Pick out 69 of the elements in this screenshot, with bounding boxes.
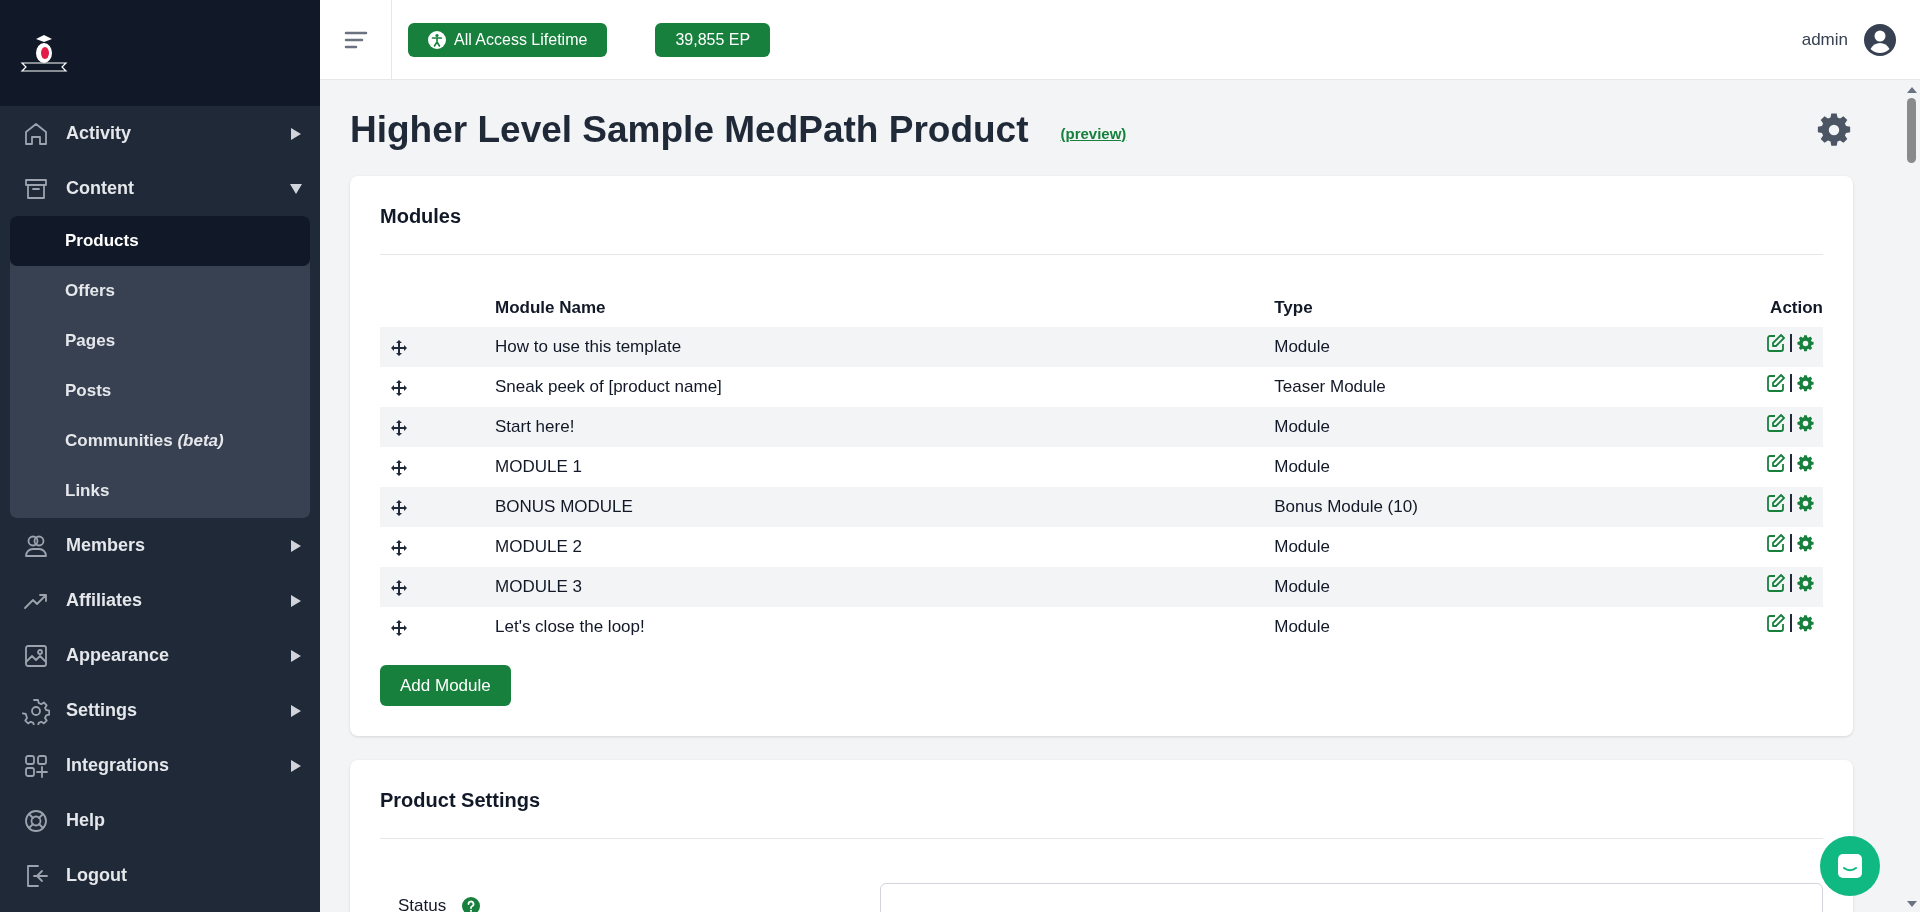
edit-icon[interactable]	[1766, 413, 1786, 434]
add-module-button[interactable]: Add Module	[380, 664, 511, 707]
scrollbar-thumb[interactable]	[1907, 98, 1916, 163]
sidebar-subitem[interactable]: Offers	[10, 266, 310, 316]
drag-handle-icon[interactable]	[390, 458, 408, 477]
drag-handle-icon[interactable]	[390, 418, 408, 437]
table-cell: MODULE 1	[495, 446, 1275, 487]
drag-handle-icon[interactable]	[390, 618, 408, 637]
edit-icon[interactable]	[1766, 533, 1786, 554]
scroll-down-icon[interactable]	[1906, 900, 1917, 908]
sidebar-item[interactable]: Activity	[0, 106, 320, 161]
logo[interactable]	[18, 33, 70, 73]
sidebar-item[interactable]: Appearance	[0, 628, 320, 683]
table-cell: Let's close the loop!	[495, 606, 1275, 647]
table-cell: Module	[1274, 446, 1668, 487]
edit-icon[interactable]	[1766, 373, 1786, 394]
user-avatar-icon[interactable]	[1864, 23, 1896, 56]
drag-handle-icon[interactable]	[390, 538, 408, 557]
table-cell: Bonus Module (10)	[1274, 486, 1668, 527]
plan-badge[interactable]: All Access Lifetime	[408, 22, 608, 57]
table-cell: Module	[1274, 566, 1668, 607]
sidebar-subitem[interactable]: Posts	[10, 366, 310, 416]
table-cell: Module	[1274, 326, 1668, 367]
drag-handle-icon[interactable]	[390, 378, 408, 397]
scroll-up-icon[interactable]	[1906, 86, 1917, 94]
drag-handle-icon[interactable]	[390, 338, 408, 357]
sidebar-item[interactable]: Content	[0, 161, 320, 216]
column-header: Action	[1667, 289, 1823, 327]
table-cell: MODULE 2	[495, 526, 1275, 567]
column-header: Type	[1274, 289, 1668, 327]
preview-link[interactable]: (preview)	[1060, 122, 1127, 146]
sidebar-item[interactable]: Affiliates	[0, 573, 320, 628]
sidebar-item[interactable]: Members	[0, 518, 320, 573]
chat-button[interactable]	[1820, 836, 1880, 896]
sidebar-subitem[interactable]: Links	[10, 466, 310, 516]
chat-icon	[1836, 852, 1864, 880]
table-cell: MODULE 3	[495, 566, 1275, 607]
sidebar-subitem[interactable]: Communities (beta)	[10, 416, 310, 466]
table-cell: Module	[1274, 406, 1668, 447]
table-cell: Start here!	[495, 406, 1275, 447]
page-title: Higher Level Sample MedPath Product	[350, 108, 1029, 152]
menu-icon	[343, 29, 368, 50]
card-title: Modules	[380, 198, 1823, 256]
drag-handle-icon[interactable]	[390, 498, 408, 517]
accessibility-icon	[428, 30, 446, 49]
table-cell: How to use this template	[495, 326, 1275, 367]
table-cell: Module	[1274, 606, 1668, 647]
sidebar-item[interactable]: Integrations	[0, 738, 320, 793]
sidebar-item[interactable]: Logout	[0, 848, 320, 903]
column-header: Module Name	[495, 289, 1275, 327]
points-badge[interactable]: 39,855 EP	[655, 22, 771, 57]
table-cell: Teaser Module	[1274, 366, 1668, 407]
sidebar-item[interactable]: Help	[0, 793, 320, 848]
edit-icon[interactable]	[1766, 613, 1786, 634]
table-cell: Module	[1274, 526, 1668, 567]
edit-icon[interactable]	[1766, 453, 1786, 474]
sidebar-item[interactable]: Settings	[0, 683, 320, 738]
edit-icon[interactable]	[1766, 493, 1786, 514]
card-title: Product Settings	[380, 782, 1823, 840]
field-label: Status	[398, 895, 447, 912]
sidebar-subitem[interactable]: Products	[10, 216, 310, 266]
drag-handle-icon[interactable]	[390, 578, 408, 597]
sidebar-subitem[interactable]: Pages	[10, 316, 310, 366]
user-name[interactable]: admin	[1801, 26, 1848, 53]
table-cell: Sneak peek of [product name]	[495, 366, 1275, 407]
edit-icon[interactable]	[1766, 573, 1786, 594]
table-cell: BONUS MODULE	[495, 486, 1275, 527]
help-icon[interactable]	[462, 897, 481, 912]
edit-icon[interactable]	[1766, 333, 1786, 354]
